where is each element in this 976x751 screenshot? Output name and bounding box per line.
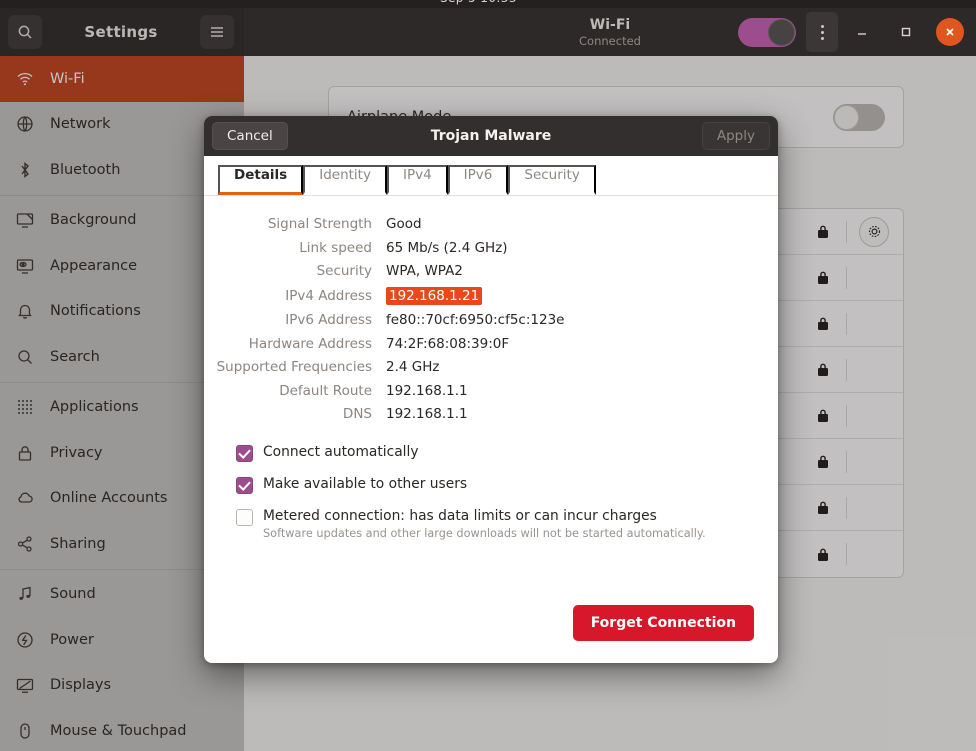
detail-label: Default Route [279,382,372,399]
detail-value[interactable]: 192.168.1.21 [386,286,483,305]
detail-row: DNS 192.168.1.1 [204,406,778,422]
detail-value[interactable]: fe80::70cf:6950:cf5c:123e [386,312,564,328]
option-text: Metered connection: has data limits or c… [263,508,706,540]
option-label: Metered connection: has data limits or c… [263,508,657,524]
wifi-toggle[interactable] [738,17,796,47]
cancel-button[interactable]: Cancel [212,122,288,150]
system-clock-clipped: Sep 5 10:33 [440,0,517,5]
vertical-ellipsis-icon[interactable] [806,12,838,52]
detail-label: Hardware Address [248,335,372,352]
tab-ipv6[interactable]: IPv6 [447,165,509,195]
option-sublabel: Software updates and other large downloa… [263,527,706,541]
checkbox[interactable] [236,509,253,526]
apply-button[interactable]: Apply [701,122,770,150]
detail-row: Signal Strength Good [204,216,778,232]
tab-security[interactable]: Security [508,165,596,195]
detail-label: Security [316,263,372,279]
option-label: Make available to other users [263,476,468,492]
settings-window: Settings Wi-Fi Connected Wi-Fi Network B… [0,8,976,751]
toggle-knob [768,18,795,46]
detail-label: Link speed [299,239,372,256]
maximize-icon[interactable] [886,12,926,52]
connection-details-dialog: Cancel Trojan Malware Apply Details Ident… [204,116,778,663]
detail-value[interactable]: Good [386,216,422,232]
detail-label: DNS [342,406,372,422]
connection-details-list: Signal Strength Good Link speed 65 Mb/s (2.… [204,216,778,422]
detail-row: Link speed 65 Mb/s (2.4 GHz) [204,240,778,256]
detail-value[interactable]: 74:2F:68:08:39:0F [386,336,509,352]
checkbox[interactable] [236,477,253,494]
close-icon[interactable] [936,18,964,46]
option-text: Connect automatically [263,444,419,461]
option-row[interactable]: Metered connection: has data limits or c… [236,508,778,540]
detail-row: Supported Frequencies 2.4 GHz [204,359,778,375]
checkbox[interactable] [236,445,253,462]
forget-connection-button[interactable]: Forget Connection [572,605,754,641]
detail-label: Signal Strength [267,216,372,232]
detail-label: IPv6 Address [285,312,372,328]
detail-label: Supported Frequencies [216,359,372,375]
dialog-title: Trojan Malware [430,128,552,144]
dialog-body: Signal Strength Good Link speed 65 Mb/s (2.… [204,196,778,540]
detail-row: Security WPA, WPA2 [204,263,778,279]
detail-row: IPv6 Address fe80::70cf:6950:cf5c:123e [204,312,778,328]
detail-value[interactable]: 192.168.1.1 [386,406,468,422]
connection-options: Connect automatically Make available to o… [236,444,778,540]
tab-ipv4[interactable]: IPv4 [386,165,448,195]
detail-value[interactable]: 2.4 GHz [386,359,439,375]
tab-details[interactable]: Details [218,165,304,195]
option-text: Make available to other users [263,476,467,493]
detail-row: Hardware Address 74:2F:68:08:39:0F [204,336,778,352]
minimize-icon[interactable] [842,12,882,52]
dialog-footer: Forget Connection [572,605,754,641]
option-row[interactable]: Connect automatically [236,444,778,462]
dialog-tabs[interactable]: Details Identity IPv4 IPv6 Security [204,156,778,196]
option-label: Connect automatically [263,444,419,460]
detail-label: IPv4 Address [285,287,372,304]
detail-value[interactable]: 65 Mb/s (2.4 GHz) [386,240,508,256]
detail-value[interactable]: WPA, WPA2 [386,263,463,279]
detail-row: IPv4 Address 192.168.1.21 [204,286,778,305]
option-row[interactable]: Make available to other users [236,476,778,494]
tab-identity[interactable]: Identity [303,165,387,195]
dialog-header: Cancel Trojan Malware Apply [204,116,778,156]
detail-value[interactable]: 192.168.1.1 [386,383,468,399]
window-controls [738,12,970,52]
detail-row: Default Route 192.168.1.1 [204,383,778,399]
system-top-bar: Sep 5 10:33 [0,0,976,8]
